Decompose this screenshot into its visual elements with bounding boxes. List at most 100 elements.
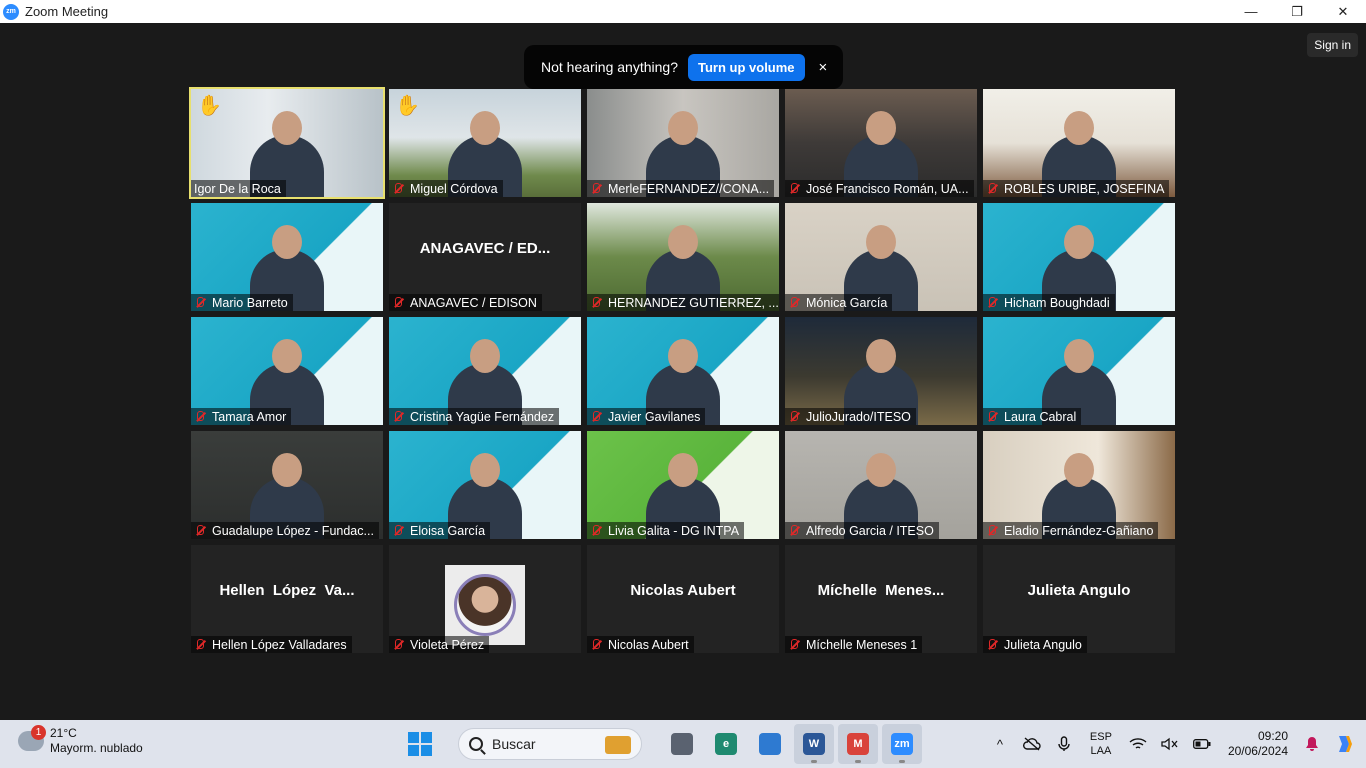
- participant-tile[interactable]: JulioJurado/ITESO: [785, 317, 977, 425]
- avatar: [445, 565, 525, 645]
- mic-muted-icon: [590, 410, 602, 423]
- taskbar-search[interactable]: Buscar: [458, 728, 642, 760]
- close-window-button[interactable]: ✕: [1320, 0, 1366, 23]
- participant-tile[interactable]: Laura Cabral: [983, 317, 1175, 425]
- participant-name: Violeta Pérez: [410, 637, 485, 652]
- participant-tile[interactable]: HERNANDEZ GUTIERREZ, ...: [587, 203, 779, 311]
- mic-muted-icon: [392, 410, 404, 423]
- participant-tile[interactable]: ANAGAVEC / ED... ANAGAVEC / EDISON: [389, 203, 581, 311]
- zoom-logo-icon: zm: [3, 3, 19, 20]
- participant-name: Hicham Boughdadi: [1004, 295, 1110, 310]
- store-icon: [759, 733, 781, 755]
- participant-nametag: José Francisco Román, UA...: [785, 180, 974, 197]
- participant-nametag: Tamara Amor: [191, 408, 292, 425]
- participant-name: Javier Gavilanes: [608, 409, 701, 424]
- mic-muted-icon: [194, 638, 206, 651]
- mic-muted-icon: [986, 296, 998, 309]
- participant-tile[interactable]: MerleFERNANDEZ//CONA...: [587, 89, 779, 197]
- participant-name: Eloisa García: [410, 523, 486, 538]
- taskbar-app-chrome[interactable]: M: [838, 724, 878, 764]
- folder-icon: [605, 736, 631, 754]
- cloud-icon: 1: [18, 725, 46, 751]
- start-button[interactable]: [408, 732, 432, 756]
- participant-name: Tamara Amor: [212, 409, 287, 424]
- mic-muted-icon: [788, 524, 800, 537]
- participant-tile[interactable]: ✋ Miguel Córdova: [389, 89, 581, 197]
- raised-hand-icon: ✋: [395, 95, 420, 117]
- participant-name: Laura Cabral: [1004, 409, 1077, 424]
- participant-tile[interactable]: Hellen López Va... Hellen López Valladare…: [191, 545, 383, 653]
- cloud-offline-icon[interactable]: [1020, 732, 1044, 756]
- participant-tile[interactable]: Violeta Pérez: [389, 545, 581, 653]
- participant-tile[interactable]: Livia Galita - DG INTPA: [587, 431, 779, 539]
- participant-tile[interactable]: Nicolas Aubert Nicolas Aubert: [587, 545, 779, 653]
- participant-nametag: Miguel Córdova: [389, 180, 503, 197]
- participant-tile[interactable]: ✋ Igor De la Roca: [189, 87, 385, 199]
- participant-name: Hellen López Valladares: [212, 637, 347, 652]
- participant-tile[interactable]: Míchelle Menes... Míchelle Meneses 1: [785, 545, 977, 653]
- clock-time: 09:20: [1257, 729, 1288, 743]
- mic-muted-icon: [590, 524, 602, 537]
- participant-display-name: Julieta Angulo: [1027, 582, 1131, 599]
- mic-muted-icon: [590, 182, 602, 195]
- meeting-area: Sign in Not hearing anything? Turn up vo…: [0, 23, 1366, 720]
- notification-bell-icon[interactable]: [1300, 732, 1324, 756]
- participant-nametag: Eloisa García: [389, 522, 491, 539]
- wifi-icon[interactable]: [1126, 732, 1150, 756]
- notification-badge: 1: [31, 725, 46, 740]
- taskbar-app-word[interactable]: W: [794, 724, 834, 764]
- weather-desc: Mayorm. nublado: [50, 741, 143, 755]
- participant-tile[interactable]: Eloisa García: [389, 431, 581, 539]
- close-notice-icon[interactable]: ×: [819, 59, 828, 76]
- participant-name: Nicolas Aubert: [608, 637, 689, 652]
- minimize-button[interactable]: —: [1228, 0, 1274, 23]
- taskbar-app-edge[interactable]: e: [706, 724, 746, 764]
- chevron-up-icon[interactable]: ^: [988, 732, 1012, 756]
- mic-muted-icon: [788, 638, 800, 651]
- clock-date: 20/06/2024: [1227, 744, 1288, 758]
- participant-name: Miguel Córdova: [410, 181, 498, 196]
- participant-tile[interactable]: José Francisco Román, UA...: [785, 89, 977, 197]
- participant-tile[interactable]: Cristina Yagüe Fernández: [389, 317, 581, 425]
- participant-name: José Francisco Román, UA...: [806, 181, 969, 196]
- participant-tile[interactable]: ROBLES URIBE, JOSEFINA: [983, 89, 1175, 197]
- participant-nametag: MerleFERNANDEZ//CONA...: [587, 180, 775, 197]
- copilot-icon[interactable]: [1332, 732, 1356, 756]
- clock[interactable]: 09:20 20/06/2024: [1228, 729, 1288, 759]
- turn-up-volume-button[interactable]: Turn up volume: [688, 53, 805, 81]
- task-view-icon: [671, 733, 693, 755]
- language-indicator[interactable]: ESP LAA: [1090, 730, 1112, 758]
- sign-in-button[interactable]: Sign in: [1307, 33, 1358, 57]
- participant-tile[interactable]: Julieta Angulo Julieta Angulo: [983, 545, 1175, 653]
- mic-muted-icon: [986, 182, 998, 195]
- taskbar-app-task-view[interactable]: [662, 724, 702, 764]
- participant-tile[interactable]: Javier Gavilanes: [587, 317, 779, 425]
- participant-tile[interactable]: Alfredo Garcia / ITESO: [785, 431, 977, 539]
- microphone-icon[interactable]: [1052, 732, 1076, 756]
- chrome-icon: M: [847, 733, 869, 755]
- battery-icon[interactable]: [1190, 732, 1214, 756]
- participant-name: Eladio Fernández-Gañiano: [1004, 523, 1154, 538]
- participant-nametag: Hicham Boughdadi: [983, 294, 1115, 311]
- participant-nametag: Nicolas Aubert: [587, 636, 694, 653]
- mic-muted-icon: [194, 296, 206, 309]
- participant-nametag: Julieta Angulo: [983, 636, 1087, 653]
- title-bar: zm Zoom Meeting — ❐ ✕: [0, 0, 1366, 23]
- participant-tile[interactable]: Hicham Boughdadi: [983, 203, 1175, 311]
- weather-widget[interactable]: 1 21°C Mayorm. nublado: [18, 725, 143, 756]
- speaker-muted-icon[interactable]: [1158, 732, 1182, 756]
- taskbar-app-zoom[interactable]: zm: [882, 724, 922, 764]
- taskbar: 1 21°C Mayorm. nublado Buscar e W Mzm ^ ES…: [0, 720, 1366, 768]
- maximize-button[interactable]: ❐: [1274, 0, 1320, 23]
- participant-nametag: ROBLES URIBE, JOSEFINA: [983, 180, 1170, 197]
- participant-tile[interactable]: Eladio Fernández-Gañiano: [983, 431, 1175, 539]
- participant-name: Alfredo Garcia / ITESO: [806, 523, 934, 538]
- participant-nametag: Cristina Yagüe Fernández: [389, 408, 560, 425]
- participant-tile[interactable]: Tamara Amor: [191, 317, 383, 425]
- taskbar-app-store[interactable]: [750, 724, 790, 764]
- participant-tile[interactable]: Guadalupe López - Fundac...: [191, 431, 383, 539]
- participant-tile[interactable]: Mónica García: [785, 203, 977, 311]
- participant-tile[interactable]: Mario Barreto: [191, 203, 383, 311]
- zoom-icon: zm: [891, 733, 913, 755]
- participant-name: JulioJurado/ITESO: [806, 409, 911, 424]
